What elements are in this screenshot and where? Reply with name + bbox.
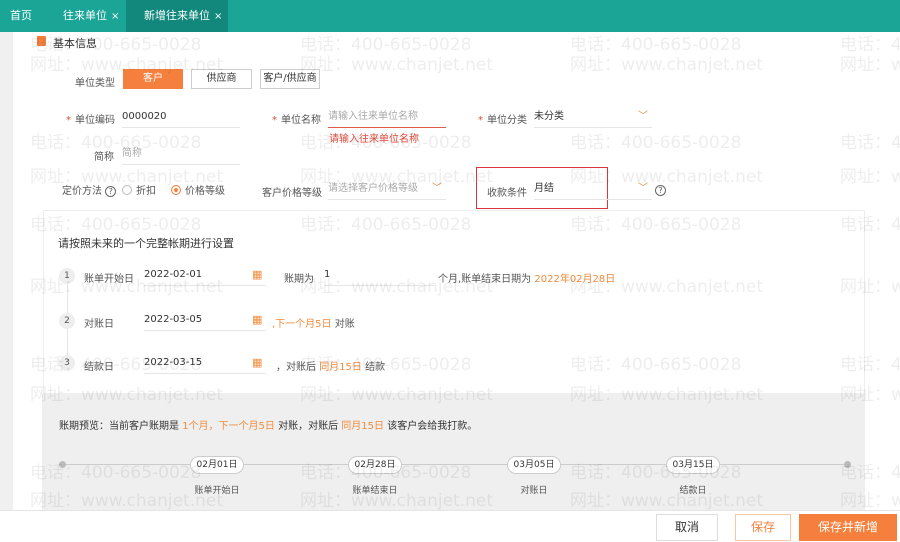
calendar-icon[interactable]: ▦ — [252, 356, 262, 369]
tab-new-partner[interactable]: 新增往来单位 × — [126, 0, 228, 32]
watermark-text: 电话：400-665-0028 — [840, 133, 900, 153]
unit-name-input[interactable]: 请输入往来单位名称 — [328, 108, 446, 128]
preview-text: 账期预览：当前客户账期是 1个月，下一个月5日 对账，对账后 同月15日 该客户… — [59, 421, 478, 432]
close-icon[interactable]: × — [111, 11, 119, 22]
step-label: 结款日 — [84, 362, 114, 373]
watermark-text: 网址：www.chanjet.net — [570, 55, 764, 75]
period-label: 账期为 — [284, 274, 314, 285]
payment-date-input[interactable]: 2022-03-15 — [144, 354, 266, 374]
step-number: 3 — [59, 355, 75, 371]
payment-terms-select[interactable]: 月结 ﹀ — [534, 180, 652, 200]
section-icon — [37, 36, 46, 46]
unit-code-label: * 单位编码 — [66, 115, 115, 126]
period-preview: 账期预览：当前客户账期是 1个月，下一个月5日 对账，对账后 同月15日 该客户… — [42, 393, 865, 510]
timeline-label: 对账日 — [520, 486, 548, 496]
payment-note: ，对账后 同月15日 结款 — [276, 362, 386, 373]
watermark-text: 网址：www.chanjet.net — [840, 167, 900, 187]
save-button[interactable]: 保存 — [735, 514, 791, 541]
short-name-label: 简称 — [94, 152, 114, 163]
period-suffix: 个月,账单结束日期为 2022年02月28日 — [438, 274, 616, 285]
footer-bar: 取消 保存 保存并新增 — [0, 510, 900, 542]
timeline-date: 02月28日 — [348, 456, 402, 474]
step-number: 2 — [59, 313, 75, 329]
step-number: 1 — [59, 268, 75, 284]
price-level-label: 客户价格等级 — [262, 188, 322, 199]
chevron-down-icon: ﹀ — [432, 183, 442, 194]
tab-label: 首页 — [10, 9, 32, 22]
timeline-date: 03月15日 — [666, 456, 720, 474]
timeline-end-dot — [844, 461, 851, 468]
timeline-label: 账单结束日 — [352, 486, 398, 496]
unit-code-input[interactable]: 0000020 — [122, 108, 240, 128]
period-instruction: 请按照未来的一个完整帐期进行设置 — [58, 237, 234, 250]
timeline-label: 结款日 — [679, 486, 707, 496]
chevron-down-icon: ﹀ — [638, 183, 648, 194]
unit-type-supplier[interactable]: 供应商 — [191, 69, 252, 89]
close-icon[interactable]: × — [214, 11, 222, 22]
watermark-text: 网址：www.chanjet.net — [300, 55, 494, 75]
cancel-button[interactable]: 取消 — [656, 514, 718, 541]
pricing-label: 定价方法 ? — [62, 182, 117, 197]
pricing-option-level[interactable]: 价格等级 — [171, 182, 225, 197]
tab-partners[interactable]: 往来单位 × — [63, 0, 119, 32]
timeline-label: 账单开始日 — [194, 486, 240, 496]
calendar-icon[interactable]: ▦ — [252, 313, 262, 326]
tab-home[interactable]: 首页 — [10, 0, 32, 32]
short-name-input[interactable]: 简称 — [122, 145, 240, 165]
watermark-text: 电话：400-665-0028 — [300, 35, 472, 55]
section-title: 基本信息 — [53, 37, 97, 50]
radio-checked-icon — [171, 185, 181, 195]
reconcile-note: ,下一个月5日 对账 — [272, 319, 355, 330]
watermark-text: 电话：400-665-0028 — [570, 133, 742, 153]
unit-type-label: 单位类型 — [75, 78, 115, 89]
timeline-line — [62, 464, 848, 465]
unit-category-label: * 单位分类 — [478, 115, 527, 126]
unit-category-select[interactable]: 未分类 ﹀ — [534, 108, 652, 128]
top-tab-bar: 首页 往来单位 × 新增往来单位 × — [0, 0, 900, 32]
step-label: 账单开始日 — [84, 274, 134, 285]
unit-type-customer[interactable]: 客户 — [123, 69, 183, 89]
start-date-input[interactable]: 2022-02-01 — [144, 266, 266, 286]
help-icon[interactable]: ? — [105, 186, 117, 197]
radio-icon — [122, 185, 132, 195]
unit-name-error: 请输入往来单位名称 — [329, 134, 419, 145]
watermark-text: 电话：400-665-0028 — [840, 35, 900, 55]
timeline-start-dot — [59, 461, 66, 468]
calendar-icon[interactable]: ▦ — [252, 268, 262, 281]
chevron-down-icon: ﹀ — [638, 111, 648, 122]
save-and-new-button[interactable]: 保存并新增 — [799, 514, 897, 541]
timeline-date: 02月01日 — [190, 456, 244, 474]
unit-name-label: * 单位名称 — [272, 115, 321, 126]
tab-label: 新增往来单位 — [144, 9, 210, 22]
reconcile-date-input[interactable]: 2022-03-05 — [144, 311, 266, 331]
left-gutter — [0, 32, 13, 510]
watermark-text: 网址：www.chanjet.net — [840, 55, 900, 75]
price-level-select[interactable]: 请选择客户价格等级 ﹀ — [328, 180, 446, 200]
watermark-text: 电话：400-665-0028 — [570, 35, 742, 55]
tab-label: 往来单位 — [63, 9, 107, 22]
unit-category-value: 未分类 — [534, 111, 564, 122]
period-months-input[interactable]: 1 — [324, 266, 434, 286]
payment-terms-label: 收款条件 — [487, 188, 527, 199]
unit-type-both[interactable]: 客户/供应商 — [260, 69, 320, 89]
help-icon[interactable]: ? — [655, 185, 666, 196]
timeline-date: 03月05日 — [507, 456, 561, 474]
step-label: 对账日 — [84, 319, 114, 330]
pricing-option-discount[interactable]: 折扣 — [122, 182, 156, 197]
